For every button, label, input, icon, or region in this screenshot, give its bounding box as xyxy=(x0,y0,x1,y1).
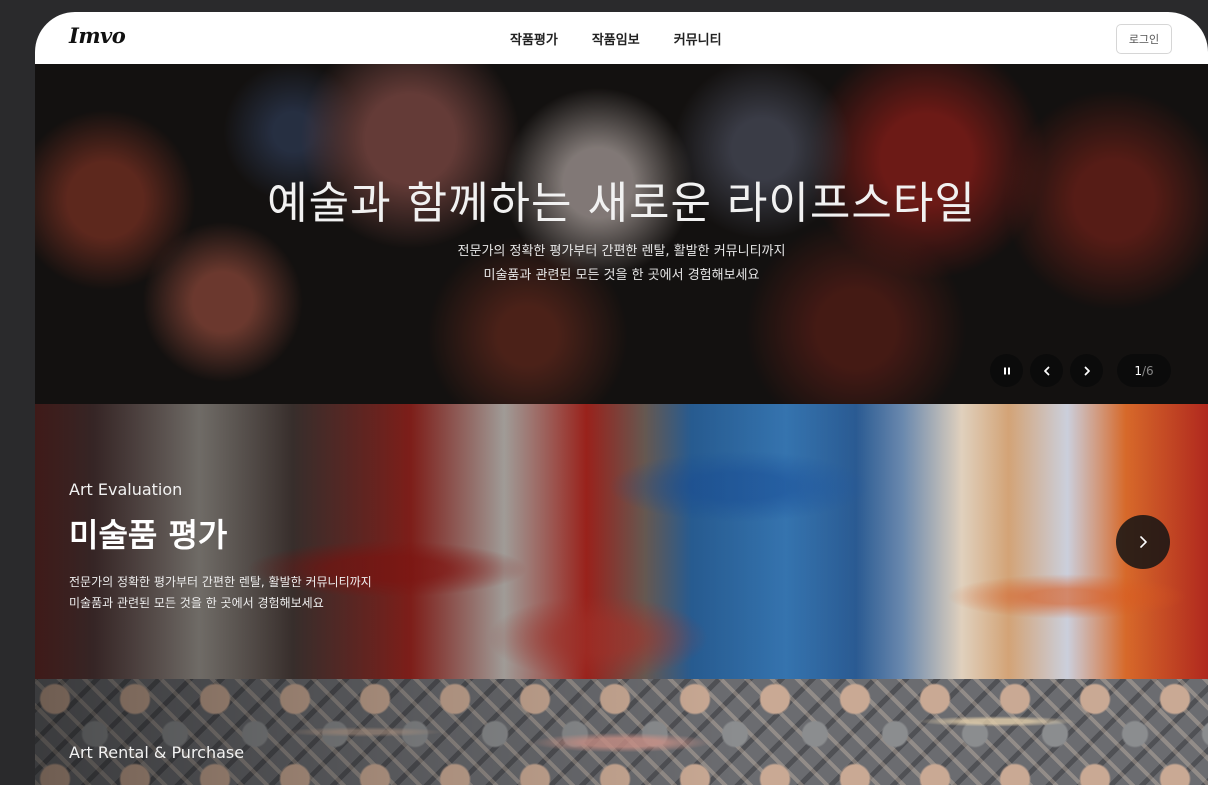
hero-subtitle-line: 미술품과 관련된 모든 것을 한 곳에서 경험해보세요 xyxy=(483,268,760,283)
section-eyebrow: Art Evaluation xyxy=(69,480,183,499)
chevron-left-icon xyxy=(1043,366,1049,375)
menu-item-art-rental[interactable]: 작품임보 xyxy=(592,29,640,48)
section-art-evaluation[interactable]: Art Evaluation 미술품 평가 전문가의 정확한 평가부터 간편한 … xyxy=(35,404,1208,679)
top-navigation: Imvo 작품평가 작품임보 커뮤니티 로그인 xyxy=(35,12,1208,64)
slide-total: 6 xyxy=(1146,363,1154,378)
slide-current: 1 xyxy=(1134,363,1142,378)
slide-counter: 1/6 xyxy=(1117,354,1171,387)
section-next-button[interactable] xyxy=(1116,515,1170,569)
logo[interactable]: Imvo xyxy=(69,23,126,48)
prev-slide-button[interactable] xyxy=(1030,354,1063,387)
menu-item-art-evaluation[interactable]: 작품평가 xyxy=(510,29,558,48)
section-art-rental[interactable]: Art Rental & Purchase xyxy=(35,679,1208,785)
pause-button[interactable] xyxy=(990,354,1023,387)
hero-subtitle: 전문가의 정확한 평가부터 간편한 렌탈, 활발한 커뮤니티까지 미술품과 관련… xyxy=(35,240,1208,288)
hero-title: 예술과 함께하는 새로운 라이프스타일 xyxy=(267,178,976,229)
browser-frame: Imvo 작품평가 작품임보 커뮤니티 로그인 예술과 함께하는 새로운 라이프… xyxy=(35,12,1208,785)
section-eyebrow: Art Rental & Purchase xyxy=(69,743,245,762)
section-description: 전문가의 정확한 평가부터 간편한 렌탈, 활발한 커뮤니티까지 미술품과 관련… xyxy=(69,572,372,614)
menu-item-community[interactable]: 커뮤니티 xyxy=(674,29,722,48)
login-button[interactable]: 로그인 xyxy=(1116,24,1172,54)
chevron-right-icon xyxy=(1084,366,1090,375)
section-title: 미술품 평가 xyxy=(69,516,228,554)
pause-icon xyxy=(1003,367,1010,374)
hero-banner: 예술과 함께하는 새로운 라이프스타일 전문가의 정확한 평가부터 간편한 렌탈… xyxy=(35,64,1208,404)
section-description-line: 전문가의 정확한 평가부터 간편한 렌탈, 활발한 커뮤니티까지 xyxy=(69,575,372,589)
chevron-right-icon xyxy=(1140,536,1147,548)
next-slide-button[interactable] xyxy=(1070,354,1103,387)
main-menu: 작품평가 작품임보 커뮤니티 xyxy=(510,29,722,48)
slider-controls: 1/6 xyxy=(990,354,1171,387)
hero-subtitle-line: 전문가의 정확한 평가부터 간편한 렌탈, 활발한 커뮤니티까지 xyxy=(457,244,786,259)
section-description-line: 미술품과 관련된 모든 것을 한 곳에서 경험해보세요 xyxy=(69,596,324,610)
